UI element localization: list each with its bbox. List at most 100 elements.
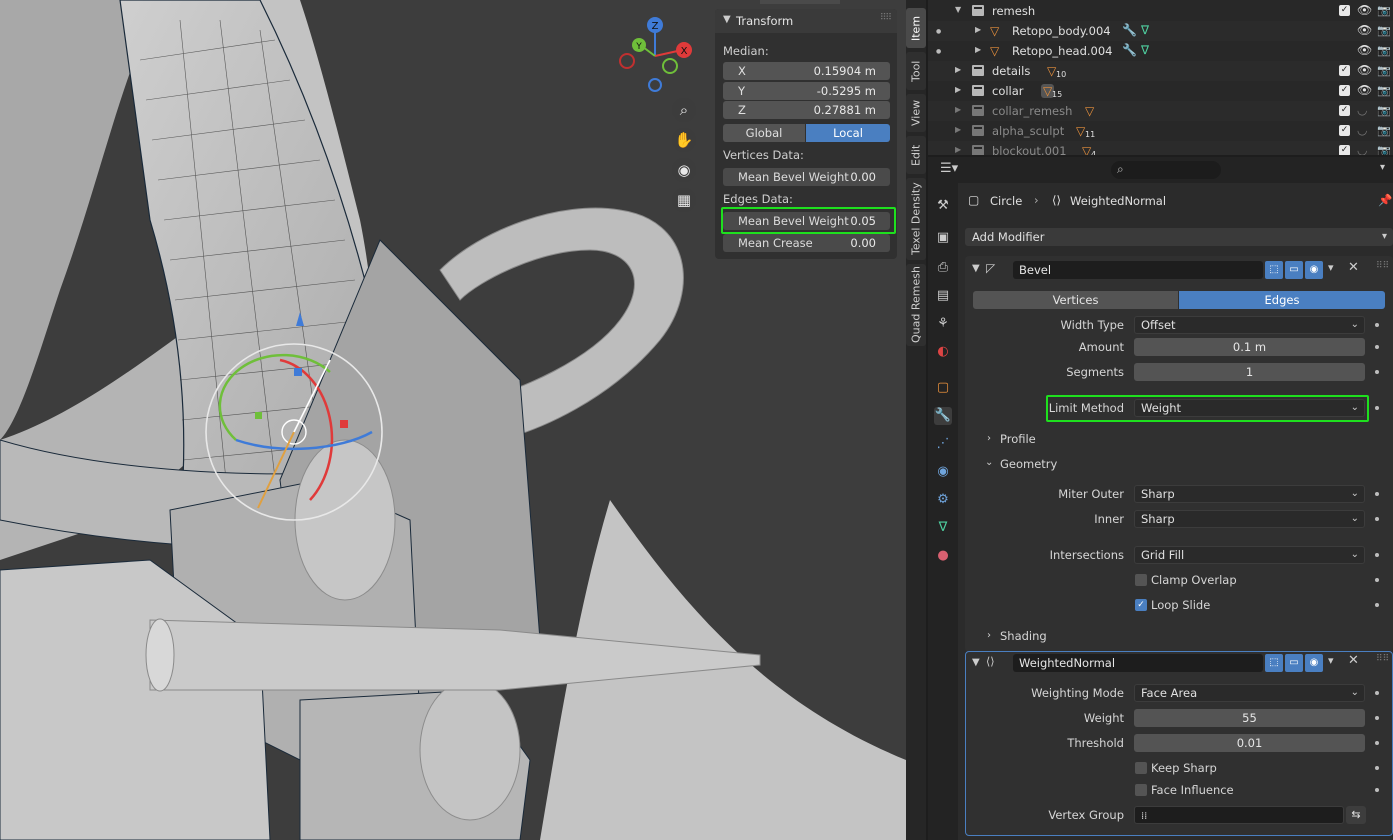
camera-icon[interactable]: ◉ [672, 158, 696, 182]
output-icon[interactable]: ⎙ [934, 259, 952, 277]
face-influence-checkbox[interactable] [1135, 784, 1147, 796]
expand-down-icon[interactable]: ▼ [955, 5, 961, 14]
grip-icon[interactable]: ⠿⠿ [880, 13, 892, 23]
eye-icon[interactable]: 👁 [1357, 3, 1372, 17]
viewport-display-icon[interactable]: ▭ [1285, 261, 1303, 279]
render-camera-icon[interactable]: 📷 [1377, 44, 1391, 57]
eye-icon[interactable]: 👁 [1357, 43, 1372, 57]
chevron-down-icon[interactable]: ▾ [1380, 162, 1385, 173]
weighted-normal-name-field[interactable]: WeightedNormal [1013, 654, 1263, 672]
checkbox-icon[interactable]: ✓ [1339, 145, 1350, 155]
outliner-row-collar[interactable]: ▶ collar ▽ 15 ✓ 👁 📷 [928, 81, 1393, 101]
tab-view[interactable]: View [906, 94, 926, 132]
eye-icon[interactable]: 👁 [1357, 63, 1372, 77]
chevron-right-icon[interactable]: › [987, 433, 991, 444]
grip-icon[interactable]: ⠿⠿ [1376, 654, 1389, 664]
width-type-select[interactable]: Offset ⌄ [1134, 316, 1365, 334]
median-x-field[interactable]: X 0.15904 m [723, 62, 890, 80]
chevron-down-icon[interactable]: ▾ [1328, 654, 1334, 667]
chevron-down-icon[interactable]: ▼ [723, 14, 731, 25]
chevron-down-icon[interactable]: ▼ [972, 263, 980, 274]
amount-field[interactable]: 0.1 m [1134, 338, 1365, 356]
keyframe-dot-icon[interactable] [1375, 323, 1379, 327]
constraints-icon[interactable]: ⚙ [934, 491, 952, 509]
render-camera-icon[interactable]: 📷 [1377, 4, 1391, 17]
keyframe-dot-icon[interactable] [1375, 517, 1379, 521]
material-icon[interactable]: ● [934, 547, 952, 565]
geometry-subpanel[interactable]: Geometry [1000, 457, 1057, 471]
inner-select[interactable]: Sharp ⌄ [1134, 510, 1365, 528]
eye-closed-icon[interactable]: ◡ [1357, 143, 1367, 155]
close-icon[interactable]: ✕ [1348, 260, 1359, 275]
outliner-row-alpha-sculpt[interactable]: ▶ alpha_sculpt ▽ 11 ✓ ◡ 📷 [928, 121, 1393, 141]
keyframe-dot-icon[interactable] [1375, 553, 1379, 557]
mean-crease-field[interactable]: Mean Crease 0.00 [723, 234, 890, 252]
keyframe-dot-icon[interactable] [1375, 492, 1379, 496]
render-icon[interactable]: ▣ [934, 229, 952, 247]
expand-right-icon[interactable]: ▶ [955, 145, 961, 154]
wrench-icon[interactable]: 🔧 [1122, 23, 1137, 37]
edit-mode-icon[interactable]: ⬚ [1265, 261, 1283, 279]
tab-item[interactable]: Item [906, 8, 926, 48]
vertex-data-icon[interactable]: ∇ [1141, 43, 1149, 57]
profile-subpanel[interactable]: Profile [1000, 432, 1036, 446]
add-modifier-button[interactable]: Add Modifier ▾ [965, 228, 1393, 246]
checkbox-icon[interactable]: ✓ [1339, 65, 1350, 76]
threshold-field[interactable]: 0.01 [1134, 734, 1365, 752]
miter-outer-select[interactable]: Sharp ⌄ [1134, 485, 1365, 503]
particles-icon[interactable]: ⋰ [934, 435, 952, 453]
close-icon[interactable]: ✕ [1348, 653, 1359, 668]
checkbox-icon[interactable]: ✓ [1339, 105, 1350, 116]
hand-pan-icon[interactable]: ✋ [672, 128, 696, 152]
shading-subpanel[interactable]: Shading [1000, 629, 1047, 643]
viewport-display-icon[interactable]: ▭ [1285, 654, 1303, 672]
tool-settings-icon[interactable]: ⚒ [934, 197, 952, 215]
expand-right-icon[interactable]: ▶ [975, 25, 981, 34]
vertex-group-field[interactable]: ⁞⁞ [1134, 806, 1344, 824]
outliner-row-retopo-head[interactable]: ● ▶ ▽ Retopo_head.004 🔧 ∇ 👁 📷 [928, 41, 1393, 61]
render-camera-icon[interactable]: 📷 [1377, 64, 1391, 77]
pin-icon[interactable]: 📌 [1378, 193, 1392, 207]
chevron-down-icon[interactable]: ⌄ [985, 457, 993, 468]
keyframe-dot-icon[interactable] [1375, 716, 1379, 720]
chevron-down-icon[interactable]: ▼ [972, 657, 980, 668]
local-button[interactable]: Local [806, 124, 890, 142]
object-icon[interactable]: ▢ [934, 379, 952, 397]
keyframe-dot-icon[interactable] [1375, 370, 1379, 374]
navigation-gizmo[interactable]: Z X Y [612, 14, 698, 96]
checkbox-icon[interactable]: ✓ [1339, 5, 1350, 16]
bevel-name-field[interactable]: Bevel [1013, 261, 1263, 279]
render-camera-icon[interactable]: 📷 [1377, 24, 1391, 37]
keyframe-dot-icon[interactable] [1375, 406, 1379, 410]
expand-right-icon[interactable]: ▶ [975, 45, 981, 54]
outliner-row-blockout[interactable]: ▶ blockout.001 ▽ 4 ✓ ◡ 📷 [928, 141, 1393, 155]
keyframe-dot-icon[interactable] [1375, 788, 1379, 792]
global-button[interactable]: Global [723, 124, 805, 142]
vertex-data-icon[interactable]: ∇ [1141, 23, 1149, 37]
render-icon[interactable]: ◉ [1305, 261, 1323, 279]
keyframe-dot-icon[interactable] [1375, 691, 1379, 695]
loop-slide-checkbox[interactable]: ✓ [1135, 599, 1147, 611]
intersections-select[interactable]: Grid Fill ⌄ [1134, 546, 1365, 564]
expand-right-icon[interactable]: ▶ [955, 65, 961, 74]
zoom-icon[interactable]: ⌕ [672, 98, 696, 122]
tab-edges[interactable]: Edges [1179, 291, 1385, 309]
keyframe-dot-icon[interactable] [1375, 741, 1379, 745]
keyframe-dot-icon[interactable] [1375, 578, 1379, 582]
edit-mode-icon[interactable]: ⬚ [1265, 654, 1283, 672]
transform-panel-header[interactable]: ▼ Transform ⠿⠿ [715, 9, 897, 33]
chevron-right-icon[interactable]: › [987, 630, 991, 641]
mesh-data-icon[interactable]: ∇ [934, 519, 952, 537]
tab-quad-remesh[interactable]: Quad Remesh [906, 264, 926, 346]
tab-vertices[interactable]: Vertices [973, 291, 1178, 309]
checkbox-icon[interactable]: ✓ [1339, 85, 1350, 96]
outliner-row-collar-remesh[interactable]: ▶ collar_remesh ▽ ✓ ◡ 📷 [928, 101, 1393, 121]
eye-icon[interactable]: 👁 [1357, 83, 1372, 97]
median-y-field[interactable]: Y -0.5295 m [723, 82, 890, 100]
outliner-row-details[interactable]: ▶ details ▽ 10 ✓ 👁 📷 [928, 61, 1393, 81]
outliner-row-retopo-body[interactable]: ● ▶ ▽ Retopo_body.004 🔧 ∇ 👁 📷 [928, 21, 1393, 41]
grip-icon[interactable]: ⠿⠿ [1376, 261, 1389, 271]
invert-arrows-icon[interactable]: ⇆ [1346, 806, 1366, 824]
checkbox-icon[interactable]: ✓ [1339, 125, 1350, 136]
tab-tool[interactable]: Tool [906, 52, 926, 90]
